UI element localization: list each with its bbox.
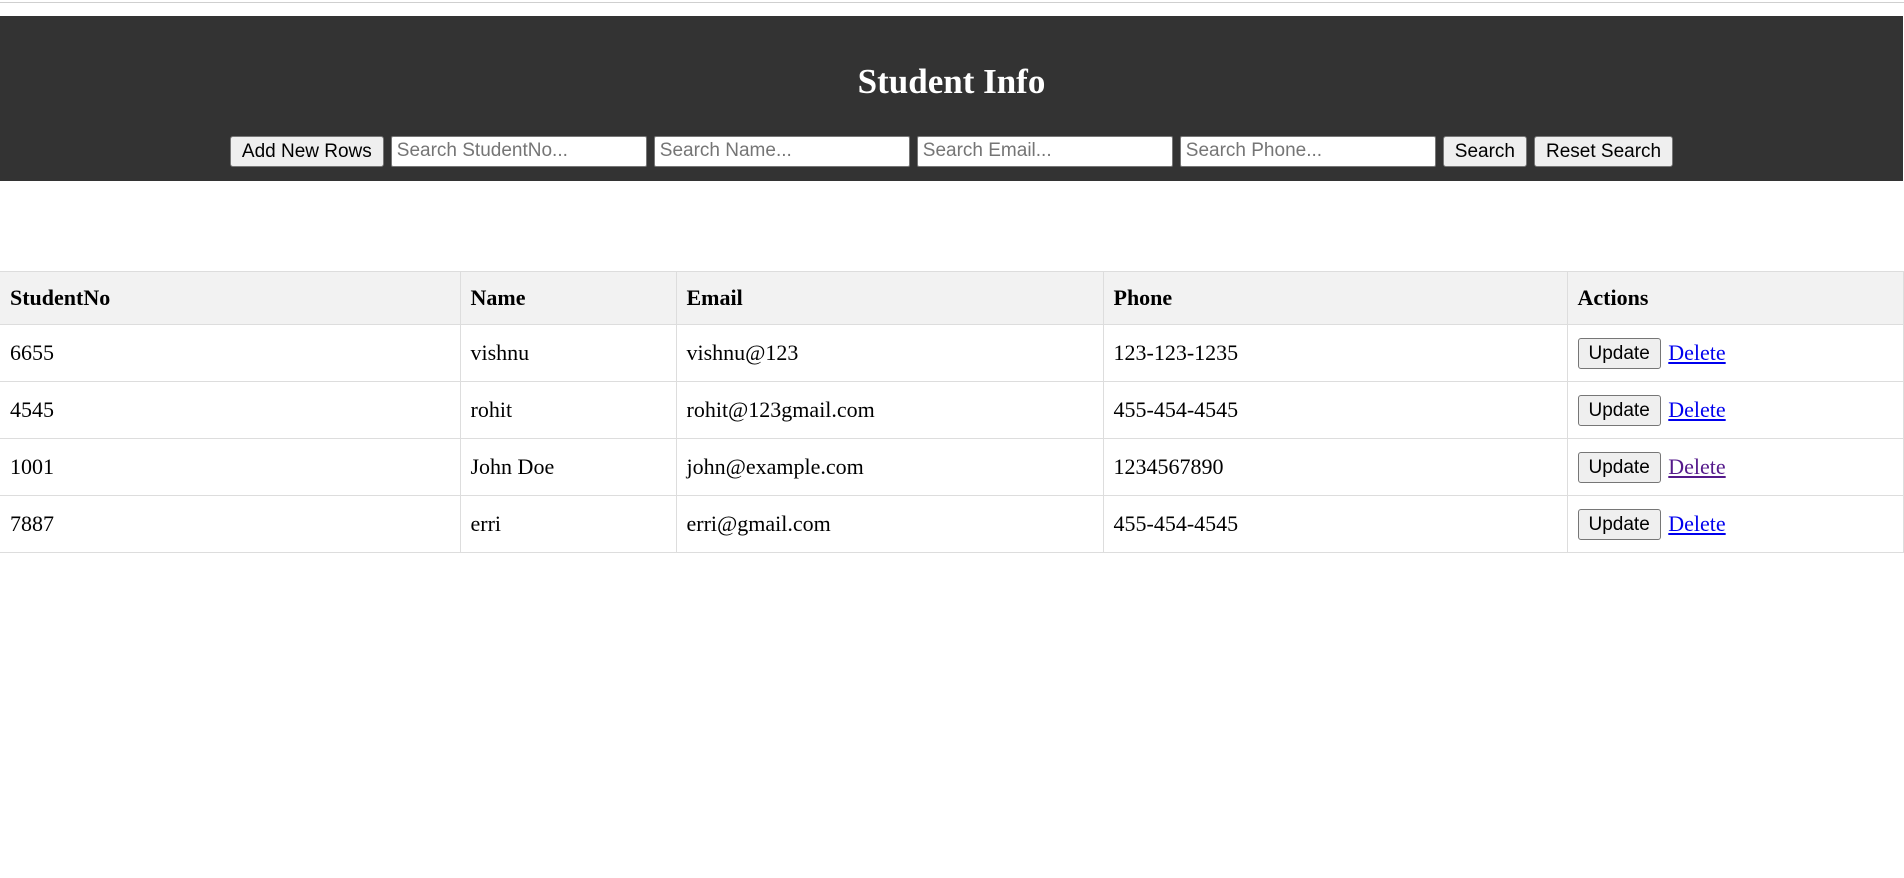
update-button[interactable]: Update — [1577, 451, 1661, 483]
add-new-rows-button[interactable]: Add New Rows — [229, 135, 384, 167]
update-button[interactable]: Update — [1577, 508, 1661, 540]
delete-link[interactable]: Delete — [1668, 397, 1725, 422]
cell-student-no: 4545 — [0, 381, 461, 439]
cell-email: john@example.com — [675, 438, 1104, 496]
page-header: Student Info Add New Rows Search Reset S… — [0, 16, 1903, 181]
delete-link[interactable]: Delete — [1668, 511, 1725, 536]
cell-name: erri — [459, 495, 677, 553]
search-phone-input[interactable] — [1179, 135, 1436, 167]
search-studentno-input[interactable] — [390, 135, 647, 167]
cell-actions: Update Delete — [1566, 495, 1904, 553]
delete-link[interactable]: Delete — [1668, 454, 1725, 479]
top-divider — [0, 2, 1904, 3]
update-button[interactable]: Update — [1577, 394, 1661, 426]
students-table: StudentNo Name Email Phone Actions 6655 … — [0, 271, 1904, 553]
table-row: 6655 vishnu vishnu@123 123-123-1235 Upda… — [0, 324, 1904, 382]
cell-student-no: 1001 — [0, 438, 461, 496]
cell-phone: 455-454-4545 — [1102, 381, 1568, 439]
cell-actions: Update Delete — [1566, 438, 1904, 496]
cell-email: rohit@123gmail.com — [675, 381, 1104, 439]
table-row: 7887 erri erri@gmail.com 455-454-4545 Up… — [0, 495, 1904, 553]
search-name-input[interactable] — [653, 135, 910, 167]
column-header-email: Email — [675, 271, 1104, 325]
page-title: Student Info — [857, 62, 1046, 101]
cell-email: erri@gmail.com — [675, 495, 1104, 553]
update-button[interactable]: Update — [1577, 337, 1661, 369]
cell-actions: Update Delete — [1566, 381, 1904, 439]
search-toolbar: Add New Rows Search Reset Search — [0, 134, 1903, 168]
delete-link[interactable]: Delete — [1668, 340, 1725, 365]
cell-name: John Doe — [459, 438, 677, 496]
cell-phone: 1234567890 — [1102, 438, 1568, 496]
column-header-studentno: StudentNo — [0, 271, 461, 325]
column-header-actions: Actions — [1566, 271, 1904, 325]
cell-phone: 123-123-1235 — [1102, 324, 1568, 382]
table-row: 1001 John Doe john@example.com 123456789… — [0, 438, 1904, 496]
column-header-phone: Phone — [1102, 271, 1568, 325]
cell-actions: Update Delete — [1566, 324, 1904, 382]
cell-name: rohit — [459, 381, 677, 439]
search-email-input[interactable] — [916, 135, 1173, 167]
table-row: 4545 rohit rohit@123gmail.com 455-454-45… — [0, 381, 1904, 439]
table-header-row: StudentNo Name Email Phone Actions — [0, 271, 1904, 325]
reset-search-button[interactable]: Reset Search — [1533, 135, 1674, 167]
cell-phone: 455-454-4545 — [1102, 495, 1568, 553]
cell-name: vishnu — [459, 324, 677, 382]
cell-email: vishnu@123 — [675, 324, 1104, 382]
search-button[interactable]: Search — [1442, 135, 1527, 167]
cell-student-no: 7887 — [0, 495, 461, 553]
column-header-name: Name — [459, 271, 677, 325]
cell-student-no: 6655 — [0, 324, 461, 382]
